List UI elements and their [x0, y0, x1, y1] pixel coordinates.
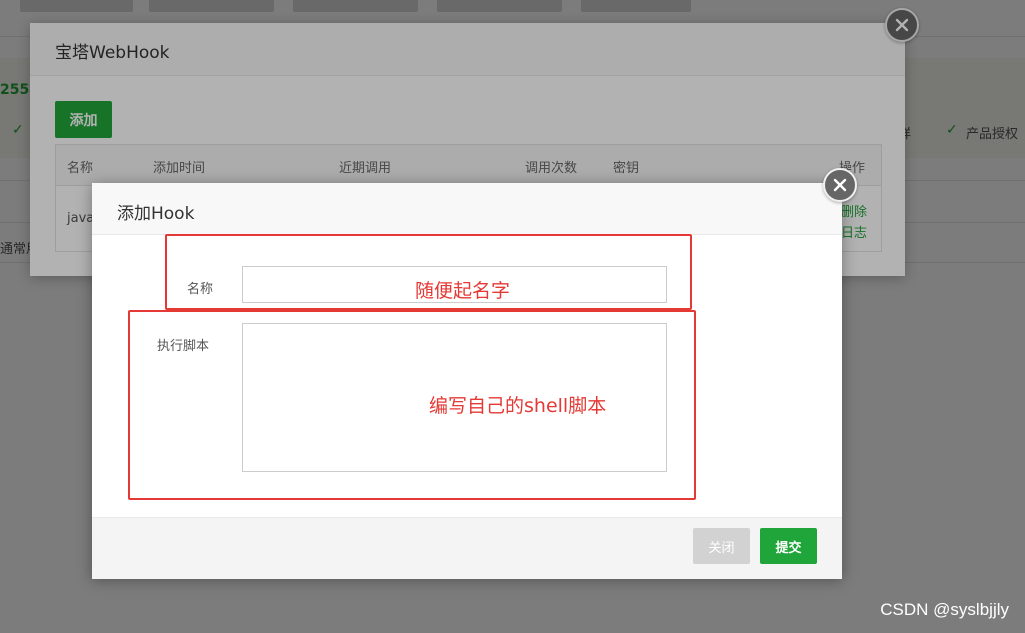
dialog-header: 添加Hook: [92, 183, 842, 235]
add-hook-dialog: 添加Hook 名称 执行脚本 随便起名字 编写自己的shell脚本 关闭 提交: [92, 183, 842, 579]
annotation-box-script: [128, 310, 696, 500]
close-add-hook-dialog-button[interactable]: [823, 168, 857, 202]
close-icon: [833, 178, 847, 192]
close-button[interactable]: 关闭: [693, 528, 750, 564]
dialog-title: 添加Hook: [117, 204, 195, 224]
submit-button[interactable]: 提交: [760, 528, 817, 564]
watermark: CSDN @syslbjjly: [880, 600, 1009, 619]
annotation-name-note: 随便起名字: [415, 280, 511, 302]
annotation-script-note: 编写自己的shell脚本: [429, 395, 607, 417]
